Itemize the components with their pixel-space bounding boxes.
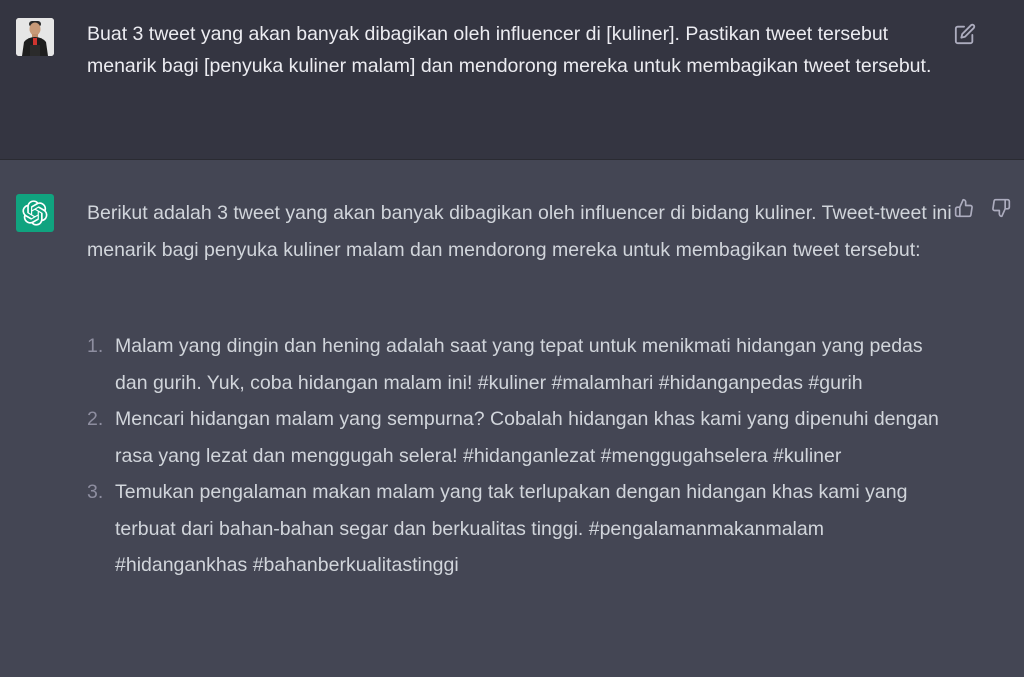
user-message-text: Buat 3 tweet yang akan banyak dibagikan …	[87, 23, 932, 77]
thumbs-down-icon[interactable]	[989, 196, 1013, 220]
assistant-message: Berikut adalah 3 tweet yang akan banyak …	[0, 160, 1024, 677]
user-avatar	[16, 18, 54, 56]
list-item: 3. Temukan pengalaman makan malam yang t…	[87, 474, 947, 584]
chatgpt-logo-icon	[16, 194, 54, 232]
user-message: Buat 3 tweet yang akan banyak dibagikan …	[0, 0, 1024, 160]
assistant-intro-text: Berikut adalah 3 tweet yang akan banyak …	[87, 202, 952, 261]
list-item-text: Temukan pengalaman makan malam yang tak …	[115, 481, 908, 576]
user-avatar-image	[16, 18, 54, 56]
list-item: 1. Malam yang dingin dan hening adalah s…	[87, 328, 947, 401]
tweet-list: 1. Malam yang dingin dan hening adalah s…	[87, 328, 947, 584]
list-item: 2. Mencari hidangan malam yang sempurna?…	[87, 401, 947, 474]
list-item-number: 1.	[87, 335, 104, 357]
list-item-number: 3.	[87, 481, 104, 503]
edit-icon[interactable]	[953, 22, 977, 46]
list-item-text: Malam yang dingin dan hening adalah saat…	[115, 335, 923, 394]
list-item-text: Mencari hidangan malam yang sempurna? Co…	[115, 408, 939, 467]
list-item-number: 2.	[87, 408, 104, 430]
thumbs-up-icon[interactable]	[952, 196, 976, 220]
